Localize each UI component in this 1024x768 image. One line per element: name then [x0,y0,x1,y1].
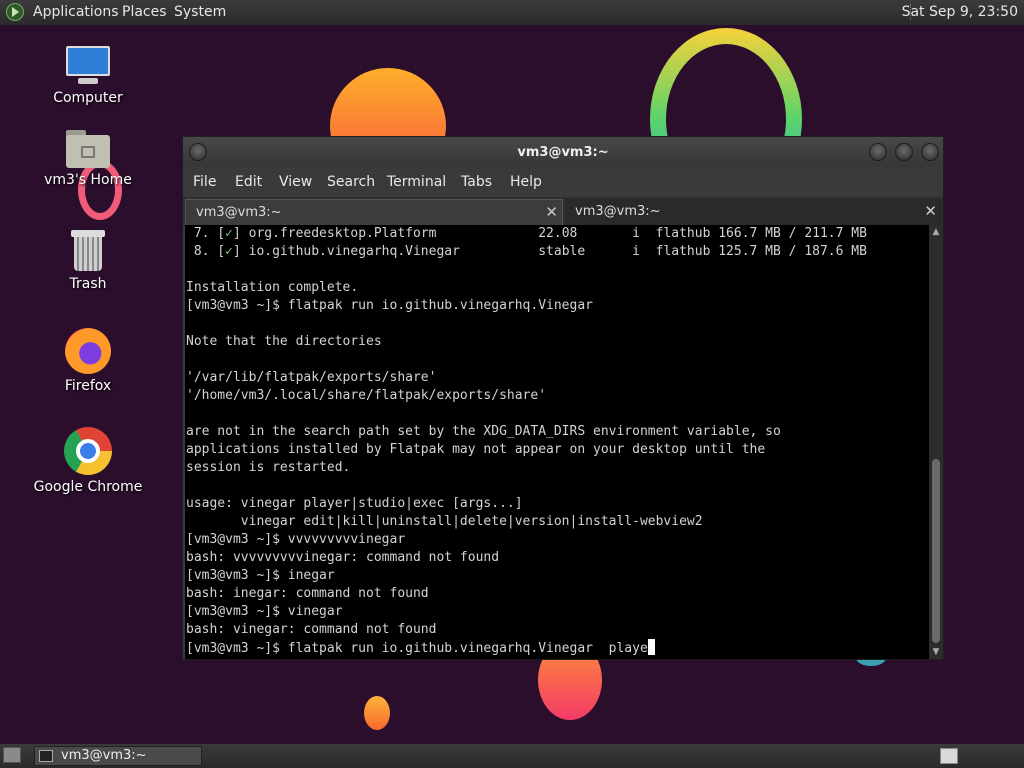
menu-search[interactable]: Search [327,174,375,190]
terminal-output[interactable]: 7. [✓] org.freedesktop.Platform 22.08 i … [185,225,929,659]
terminal-line: [vm3@vm3 ~]$ flatpak run io.github.vineg… [185,639,929,657]
desktop-icon-label: Computer [53,90,123,106]
scrollbar-thumb[interactable] [932,459,940,643]
menu-file[interactable]: File [193,174,216,190]
menu-view[interactable]: View [279,174,312,190]
wallpaper-shape [364,696,390,730]
terminal-line: [vm3@vm3 ~]$ inegar [186,568,335,583]
desktop-icon-trash[interactable]: Trash [33,230,143,292]
clock[interactable]: Sat Sep 9, 23:50 [902,4,1018,20]
terminal-line: Installation complete. [186,280,359,295]
applications-logo-icon[interactable] [6,3,24,21]
window-menu-icon[interactable] [189,143,207,161]
tab-bar: vm3@vm3:~ ✕ vm3@vm3:~ ✕ [183,197,943,225]
desktop-icon-home[interactable]: vm3's Home [33,130,143,188]
close-icon[interactable] [921,143,939,161]
bottom-panel: vm3@vm3:~ [0,744,1024,768]
firefox-icon [65,328,111,374]
menu-system[interactable]: System [174,4,226,20]
menu-help[interactable]: Help [510,174,542,190]
terminal-line: '/var/lib/flatpak/exports/share' [186,370,437,385]
home-folder-icon [66,130,110,168]
menu-applications[interactable]: Applications [33,4,119,20]
desktop-icon-firefox[interactable]: Firefox [33,328,143,394]
scroll-down-icon[interactable]: ▼ [931,647,941,657]
menubar: File Edit View Search Terminal Tabs Help [183,167,943,197]
terminal-line: applications installed by Flatpak may no… [186,442,766,457]
workspace-switcher[interactable] [940,748,958,764]
window-titlebar[interactable]: vm3@vm3:~ [183,137,943,167]
scroll-up-icon[interactable]: ▲ [931,227,941,237]
menu-edit[interactable]: Edit [235,174,262,190]
terminal-line: bash: vvvvvvvvvinegar: command not found [186,550,500,565]
terminal-line: are not in the search path set by the XD… [186,424,781,439]
top-panel: Applications Places System Sat Sep 9, 23… [0,0,1024,25]
terminal-line: vinegar edit|kill|uninstall|delete|versi… [186,514,703,529]
taskbar-item-label: vm3@vm3:~ [61,748,147,763]
desktop-icon-chrome[interactable]: Google Chrome [33,427,143,495]
terminal-line: 7. [✓] org.freedesktop.Platform 22.08 i … [186,226,867,241]
desktop-icon-label: Firefox [64,378,112,394]
text-cursor [647,639,655,655]
terminal-line: bash: inegar: command not found [186,586,429,601]
terminal-line: [vm3@vm3 ~]$ vvvvvvvvvinegar [186,532,406,547]
tab-terminal-2[interactable]: vm3@vm3:~ ✕ [565,199,941,225]
maximize-icon[interactable] [895,143,913,161]
desktop-icon-computer[interactable]: Computer [33,46,143,106]
terminal-line: usage: vinegar player|studio|exec [args.… [186,496,523,511]
desktop-icon-label: Trash [69,276,107,292]
terminal-line: bash: vinegar: command not found [186,622,437,637]
scrollbar[interactable]: ▲ ▼ [929,225,943,659]
show-desktop-icon[interactable] [3,747,21,763]
desktop-icon-label: vm3's Home [44,172,132,188]
terminal-line: 8. [✓] io.github.vinegarhq.Vinegar stabl… [186,244,867,259]
menu-tabs[interactable]: Tabs [461,174,492,190]
terminal-line: '/home/vm3/.local/share/flatpak/exports/… [186,388,547,403]
menu-terminal[interactable]: Terminal [387,174,446,190]
terminal-icon [39,750,53,762]
trash-icon [71,230,105,272]
terminal-line: [vm3@vm3 ~]$ vinegar [186,604,343,619]
terminal-window: vm3@vm3:~ File Edit View Search Terminal… [182,136,944,660]
tab-close-icon[interactable]: ✕ [545,203,558,221]
desktop-icon-label: Google Chrome [33,479,143,495]
computer-icon [64,46,112,86]
menu-places[interactable]: Places [122,4,167,20]
tab-label: vm3@vm3:~ [196,205,282,220]
terminal-line: [vm3@vm3 ~]$ flatpak run io.github.vineg… [186,298,593,313]
tab-close-icon[interactable]: ✕ [924,202,937,220]
terminal-line: session is restarted. [186,460,351,475]
tab-terminal-1[interactable]: vm3@vm3:~ ✕ [185,199,563,225]
taskbar-item-terminal[interactable]: vm3@vm3:~ [34,746,202,766]
terminal-line: Note that the directories [186,334,382,349]
chrome-icon [64,427,112,475]
tab-label: vm3@vm3:~ [575,204,661,219]
minimize-icon[interactable] [869,143,887,161]
window-title: vm3@vm3:~ [517,145,609,160]
